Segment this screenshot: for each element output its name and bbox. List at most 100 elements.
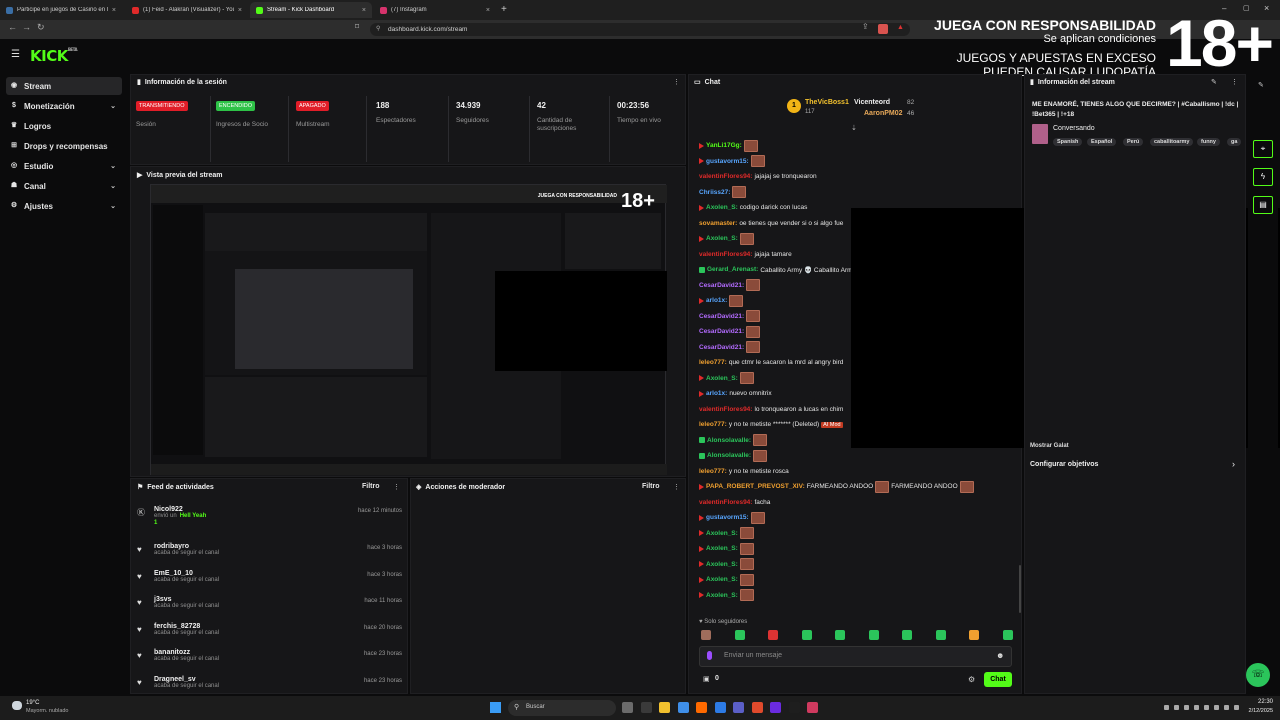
kick-logo[interactable]: KICKBETA — [30, 47, 78, 65]
chat-username[interactable]: Alonsolavalle: — [707, 437, 751, 444]
mic-icon[interactable] — [707, 651, 712, 660]
chat-send-button[interactable]: Chat — [984, 672, 1012, 687]
chat-username[interactable]: Axolen_S: — [706, 375, 738, 382]
taskbar-app-icon[interactable] — [714, 702, 726, 713]
feed-name[interactable]: EmE_10_10 — [154, 570, 219, 577]
tray-icon[interactable] — [1214, 705, 1219, 710]
chat-username[interactable]: gustavorm15: — [706, 514, 749, 521]
emote-picker-item[interactable] — [969, 630, 979, 640]
tag-chip[interactable]: Español — [1087, 138, 1117, 146]
tab-close-icon[interactable]: × — [486, 7, 490, 14]
emote-picker-item[interactable] — [935, 630, 946, 640]
tray-icon[interactable] — [1204, 705, 1209, 710]
taskbar-app-icon[interactable] — [807, 702, 818, 713]
chat-username[interactable]: arlo1x: — [706, 297, 727, 304]
emote-picker-item[interactable] — [1002, 630, 1013, 640]
chevron-down-icon[interactable]: ⌄ — [110, 202, 116, 210]
chat-scrollbar[interactable] — [1019, 565, 1021, 613]
configure-goals-button[interactable]: Configurar objetivos — [1030, 461, 1098, 468]
feed-filter-button[interactable]: Filtro — [362, 483, 380, 490]
chat-username[interactable]: leleo777: — [699, 421, 727, 428]
feed-more-icon[interactable]: ⋮ — [393, 483, 400, 491]
feed-name[interactable]: Nicol922 — [154, 506, 206, 513]
emoji-icon[interactable]: ☻ — [996, 651, 1004, 660]
new-tab-button[interactable]: + — [501, 4, 507, 15]
tab-close-icon[interactable]: × — [238, 7, 242, 14]
taskbar-app-icon[interactable] — [770, 702, 781, 713]
taskbar-app-icon[interactable] — [733, 702, 744, 713]
crosshair-icon[interactable]: ⌖ — [1253, 140, 1273, 158]
help-chat-icon[interactable]: ☏ — [1246, 663, 1270, 687]
tray-icon[interactable] — [1164, 705, 1169, 710]
chat-username[interactable]: Axolen_S: — [706, 561, 738, 568]
top-gifter-2-name[interactable]: Vicenteord — [854, 99, 890, 106]
feed-name[interactable]: ferchis_82728 — [154, 623, 219, 630]
category-thumbnail[interactable] — [1032, 124, 1048, 144]
chat-username[interactable]: valentinFlores94: — [699, 173, 752, 180]
sidebar-item-2[interactable]: ♛ Logros — [6, 117, 122, 135]
chat-username[interactable]: Gerard_Arenast: — [707, 266, 758, 273]
chat-username[interactable]: gustavorm15: — [706, 158, 749, 165]
sidebar-item-1[interactable]: $ Monetización ⌄ — [6, 97, 122, 115]
feed-name[interactable]: rodribayro — [154, 543, 219, 550]
taskbar-search[interactable] — [508, 700, 616, 716]
rewards-icon[interactable]: ▲ — [897, 24, 904, 31]
tray-icon[interactable] — [1184, 705, 1189, 710]
chat-username[interactable]: Axolen_S: — [706, 545, 738, 552]
tag-chip[interactable]: funny — [1197, 138, 1220, 146]
back-icon[interactable]: ← — [8, 22, 17, 32]
chat-username[interactable]: arlo1x: — [706, 390, 727, 397]
edit-icon[interactable]: ✎ — [1211, 78, 1217, 86]
tag-chip[interactable]: caballitoarmy — [1150, 138, 1194, 146]
browser-tab[interactable]: Stream - Kick Dashboard × — [250, 2, 372, 18]
reload-icon[interactable]: ↻ — [37, 22, 45, 33]
chat-username[interactable]: Axolen_S: — [706, 530, 738, 537]
moderator-filter-button[interactable]: Filtro — [642, 483, 660, 490]
bookmark-icon[interactable]: ⌑ — [355, 22, 359, 31]
chevron-down-icon[interactable]: ⌄ — [110, 182, 116, 190]
document-icon[interactable]: ▤ — [1253, 196, 1273, 214]
chat-username[interactable]: valentinFlores94: — [699, 499, 752, 506]
sidebar-item-0[interactable]: ◉ Stream — [6, 77, 122, 95]
emote-picker-item[interactable] — [701, 630, 711, 640]
session-more-icon[interactable]: ⋮ — [673, 78, 680, 86]
emote-picker-item[interactable] — [835, 630, 845, 640]
chat-username[interactable]: Axolen_S: — [706, 576, 738, 583]
weather-temp[interactable]: 19°C — [26, 700, 39, 706]
sidebar-item-6[interactable]: ⚙ Ajustes ⌄ — [6, 197, 122, 215]
chat-username[interactable]: Axolen_S: — [706, 592, 738, 599]
browser-tab[interactable]: (1) Feid - Alakran (Visualizer) - YouTub… — [126, 2, 248, 18]
emote-picker-item[interactable] — [902, 630, 912, 640]
chevron-right-icon[interactable]: › — [1232, 459, 1235, 469]
tray-icon[interactable] — [1224, 705, 1229, 710]
chevron-down-icon[interactable]: ⌄ — [110, 102, 116, 110]
feed-name[interactable]: j3svs — [154, 596, 219, 603]
tray-icon[interactable] — [1174, 705, 1179, 710]
menu-icon[interactable]: ☰ — [11, 49, 20, 60]
tray-icon[interactable] — [1194, 705, 1199, 710]
clock-date[interactable]: 2/12/2025 — [1238, 708, 1273, 714]
chat-username[interactable]: CesarDavid21: — [699, 282, 744, 289]
feed-name[interactable]: bananitozz — [154, 649, 219, 656]
chat-username[interactable]: valentinFlores94: — [699, 251, 752, 258]
browser-tab[interactable]: Participe en juegos de Casino en líne × — [0, 2, 122, 18]
stream-preview-video[interactable]: 18+ JUEGA CON RESPONSABILIDAD — [150, 184, 667, 475]
pencil-icon[interactable]: ✎ — [1258, 81, 1264, 89]
taskbar-app-icon[interactable] — [640, 702, 652, 713]
emote-picker-item[interactable] — [734, 630, 745, 640]
top-gifter-3-name[interactable]: AaronPM02 — [864, 110, 903, 117]
taskbar-app-icon[interactable] — [622, 702, 633, 713]
forward-icon[interactable]: → — [22, 22, 31, 32]
chat-username[interactable]: valentinFlores94: — [699, 406, 752, 413]
chevron-down-icon[interactable]: ⌄ — [110, 162, 116, 170]
stream-info-more-icon[interactable]: ⋮ — [1231, 78, 1238, 86]
category-name[interactable]: Conversando — [1053, 125, 1095, 132]
taskbar-app-icon[interactable] — [659, 702, 670, 713]
moderator-more-icon[interactable]: ⋮ — [673, 483, 680, 491]
tab-close-icon[interactable]: × — [362, 7, 366, 14]
sidebar-item-4[interactable]: ◎ Estudio ⌄ — [6, 157, 122, 175]
chat-username[interactable]: leleo777: — [699, 359, 727, 366]
chat-username[interactable]: PAPA_ROBERT_PREVOST_XIV: — [706, 483, 805, 490]
tag-chip[interactable]: ga — [1227, 138, 1242, 146]
feed-name[interactable]: Dragneel_sv — [154, 676, 219, 683]
